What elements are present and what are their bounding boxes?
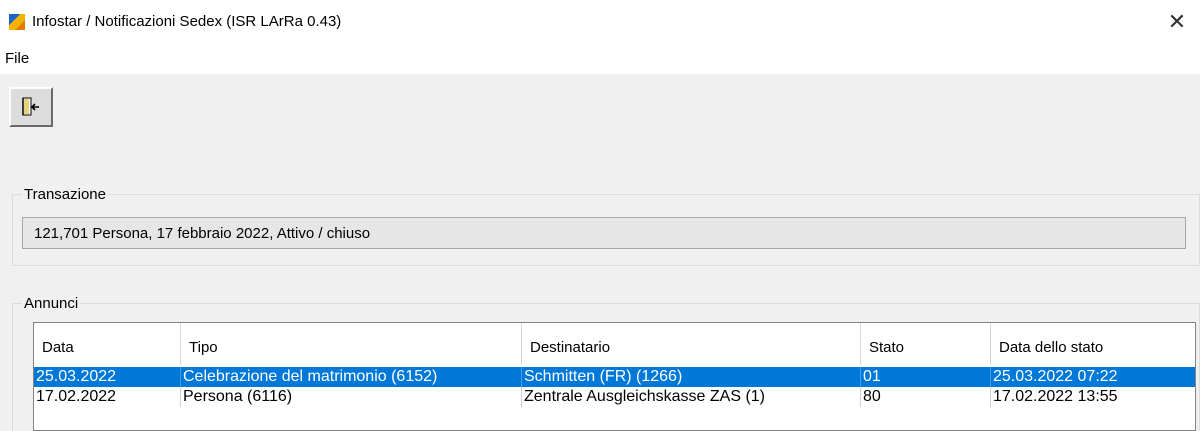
close-button[interactable]: ✕ — [1154, 0, 1200, 44]
window-title: Infostar / Notificazioni Sedex (ISR LArR… — [32, 13, 342, 30]
transaction-field: 121,701 Persona, 17 febbraio 2022, Attiv… — [22, 217, 1186, 249]
cell-stato: 01 — [861, 367, 991, 387]
cell-data-stato: 17.02.2022 13:55 — [993, 388, 1118, 405]
transaction-value: 121,701 Persona, 17 febbraio 2022, Attiv… — [34, 225, 371, 242]
exit-door-icon — [22, 97, 39, 116]
cell-tipo: Persona (6116) — [181, 387, 522, 407]
announcements-list[interactable]: Data Tipo Destinatario Stato Data dello … — [33, 322, 1196, 431]
cell-tipo: Celebrazione del matrimonio (6152) — [181, 367, 522, 387]
announcements-legend: Annunci — [22, 295, 81, 312]
table-row[interactable]: 17.02.2022 Persona (6116) Zentrale Ausgl… — [34, 387, 1195, 407]
menu-bar: File — [0, 44, 1200, 74]
list-header: Data Tipo Destinatario Stato Data dello … — [34, 323, 1195, 365]
column-header-tipo[interactable]: Tipo — [181, 323, 522, 365]
app-icon — [9, 14, 25, 30]
column-header-stato[interactable]: Stato — [861, 323, 991, 365]
column-header-data[interactable]: Data — [34, 323, 181, 365]
cell-data: 17.02.2022 — [34, 387, 181, 407]
menu-file[interactable]: File — [5, 50, 29, 67]
cell-stato: 80 — [861, 387, 991, 407]
cell-destinatario: Schmitten (FR) (1266) — [522, 367, 861, 387]
title-bar: Infostar / Notificazioni Sedex (ISR LArR… — [0, 0, 1200, 44]
exit-button[interactable] — [9, 87, 53, 127]
cell-data-stato: 25.03.2022 07:22 — [993, 368, 1118, 385]
cell-destinatario: Zentrale Ausgleichskasse ZAS (1) — [522, 387, 861, 407]
cell-data: 25.03.2022 — [34, 367, 181, 387]
column-header-data-stato[interactable]: Data dello stato — [991, 323, 1195, 365]
transaction-legend: Transazione — [22, 186, 108, 203]
column-header-destinatario[interactable]: Destinatario — [522, 323, 861, 365]
close-icon: ✕ — [1167, 9, 1187, 34]
table-row[interactable]: 25.03.2022 Celebrazione del matrimonio (… — [34, 367, 1195, 387]
